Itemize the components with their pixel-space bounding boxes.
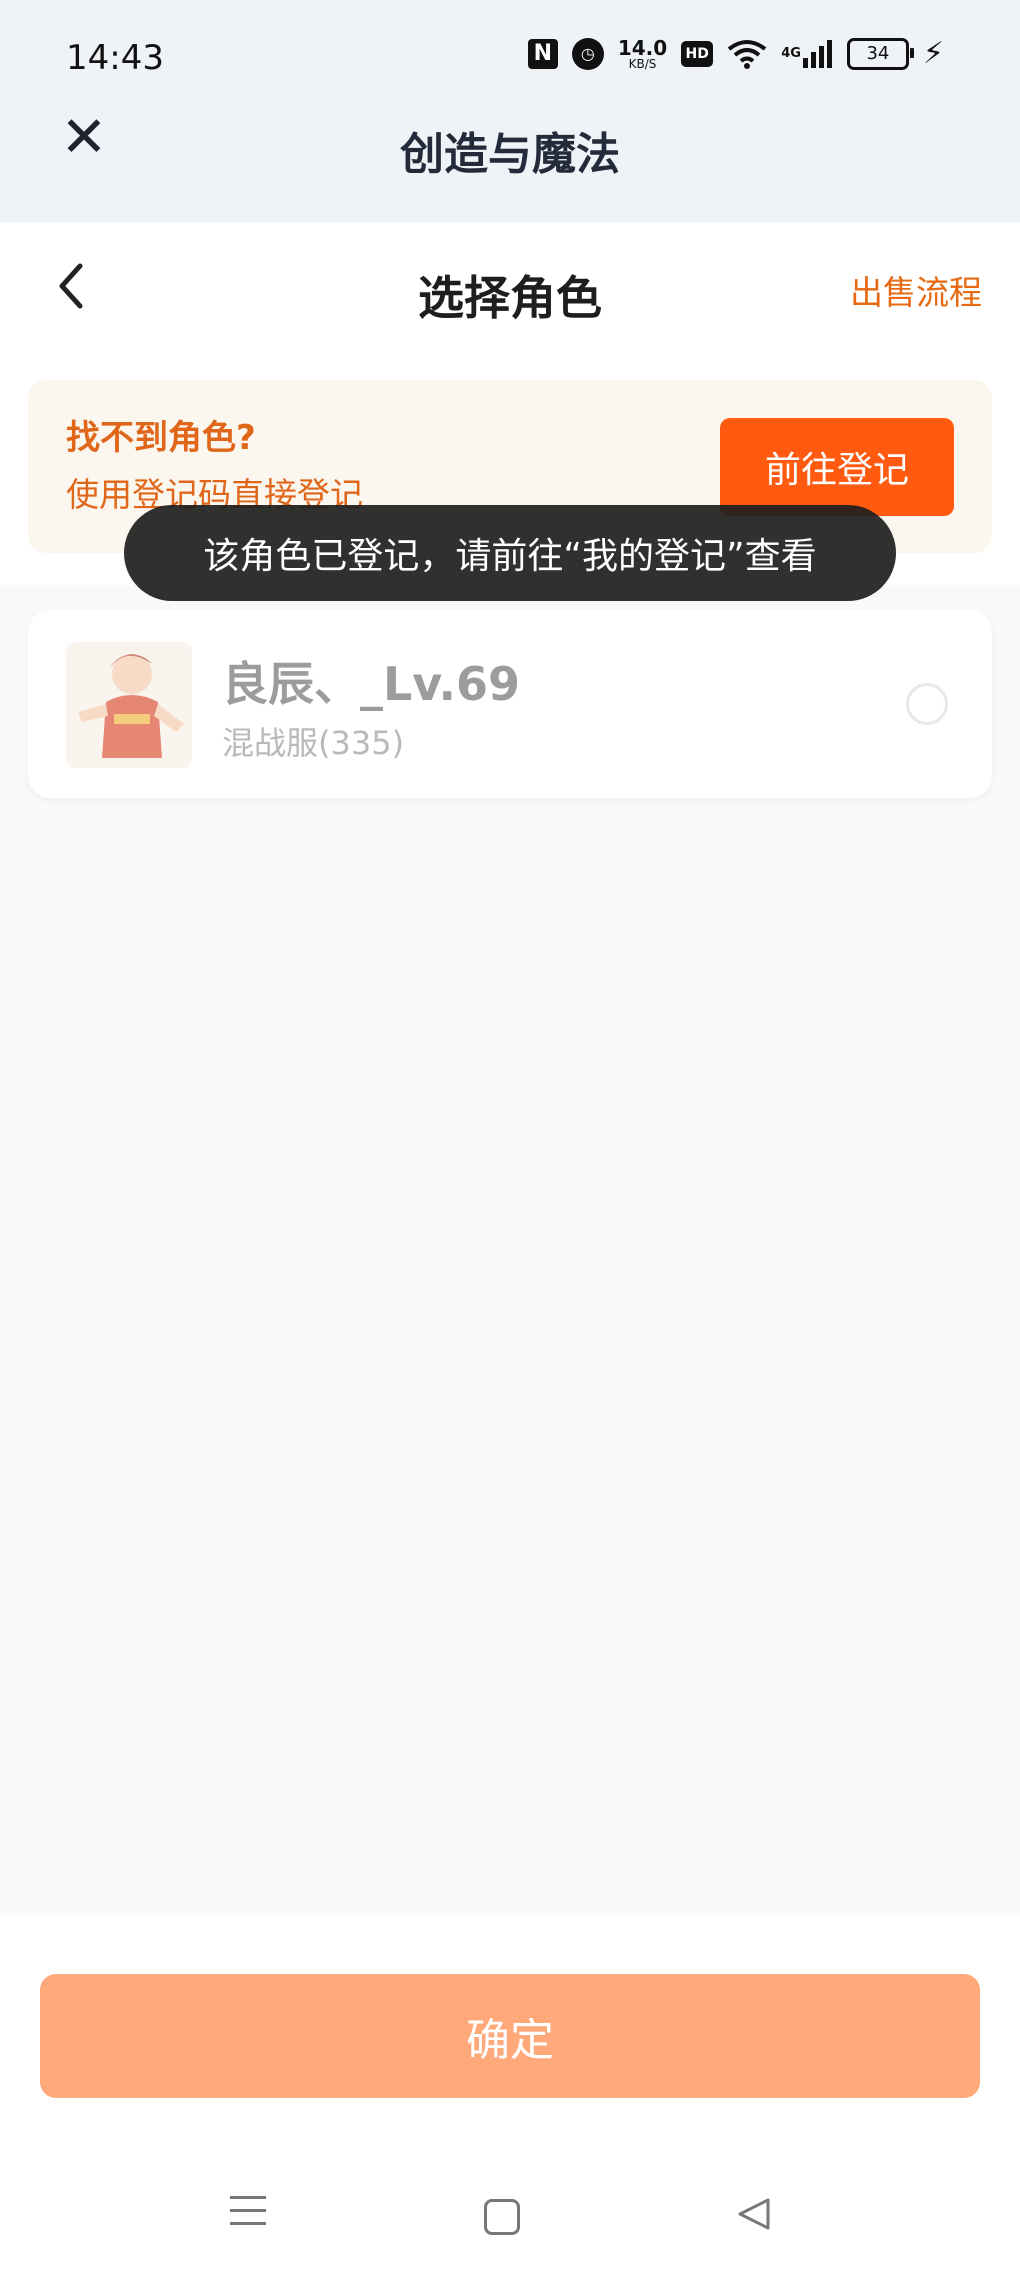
- status-icons: N ◷ 14.0 KB/S HD 4G 34 ⚡: [527, 36, 944, 71]
- network-speed-value: 14.0: [617, 35, 668, 60]
- nfc-icon: N: [527, 38, 558, 69]
- hd-icon: HD: [681, 40, 714, 67]
- role-server: 混战服(335): [222, 724, 405, 762]
- app-header-area: [0, 0, 1020, 222]
- network-speed: 14.0 KB/S: [618, 38, 667, 70]
- go-register-button[interactable]: 前往登记: [720, 418, 954, 516]
- signal-icon: 4G: [781, 39, 833, 68]
- toast-message: 该角色已登记，请前往“我的登记”查看: [124, 505, 896, 601]
- menu-icon[interactable]: [230, 2196, 266, 2235]
- charging-icon: ⚡: [922, 36, 944, 71]
- banner-title: 找不到角色?: [66, 418, 256, 458]
- role-name: 良辰、_Lv.69: [222, 657, 521, 711]
- status-time: 14:43: [66, 38, 164, 78]
- alarm-icon: ◷: [571, 37, 604, 70]
- network-speed-unit: KB/S: [628, 56, 657, 71]
- role-radio-button[interactable]: [906, 683, 948, 725]
- confirm-button[interactable]: 确定: [40, 1974, 980, 2098]
- battery-icon: 34: [846, 37, 914, 70]
- wifi-icon: [727, 39, 767, 69]
- back-triangle-icon[interactable]: [734, 2194, 774, 2234]
- role-avatar: [66, 642, 192, 768]
- home-icon[interactable]: [484, 2199, 520, 2235]
- app-title: 创造与魔法: [400, 129, 620, 180]
- sale-process-link[interactable]: 出售流程: [850, 266, 982, 314]
- network-type: 4G: [781, 46, 801, 61]
